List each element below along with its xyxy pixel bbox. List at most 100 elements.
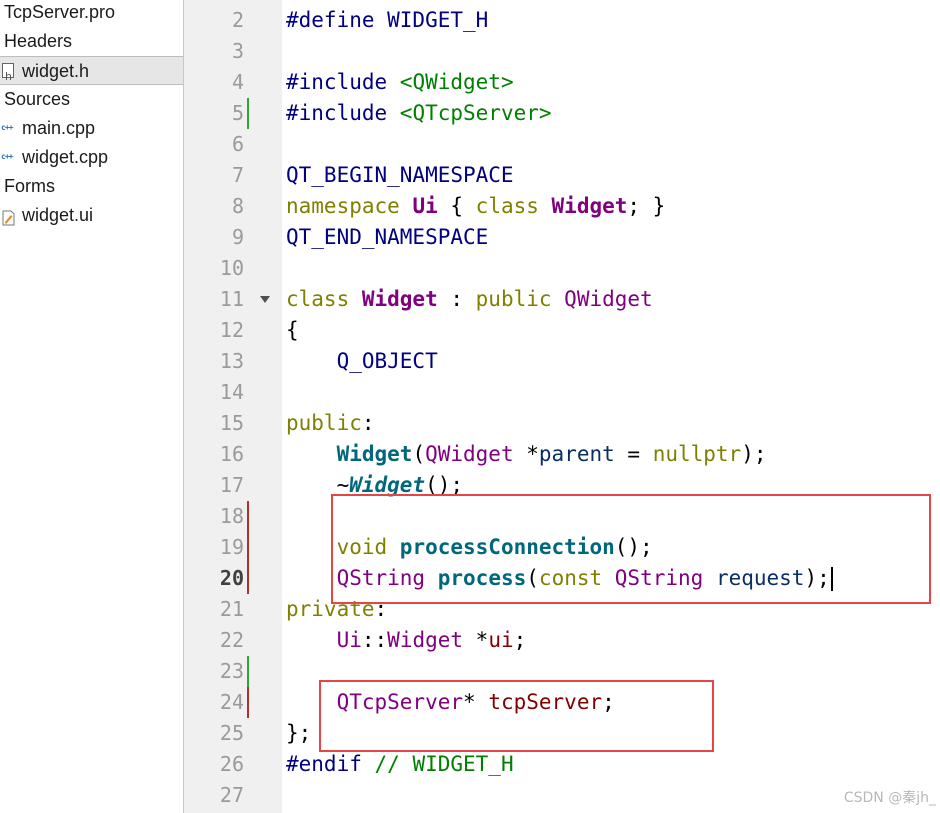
code-token: QT_BEGIN_NAMESPACE [286,163,514,187]
line-number: 10 [219,256,244,280]
code-token: ; } [627,194,666,218]
line-number: 15 [219,411,244,435]
line-number: 27 [219,783,244,807]
code-token: ( [412,442,426,466]
tree-item-sources[interactable]: Sources [0,85,183,114]
line-number: 8 [231,194,244,218]
code-token: { [437,194,476,218]
tree-item-label: widget.ui [22,205,94,225]
tree-item-widget-ui[interactable]: widget.ui [0,201,183,230]
code-line[interactable]: #define WIDGET_H [286,5,488,36]
code-line[interactable]: Widget(QWidget *parent = nullptr); [286,439,767,470]
code-editor[interactable]: 2 3 4 5 6 7 8 9 10 11 12 13 14 15 16 17 18 19 20 21 22 23 24 25… [184,0,940,813]
tree-item-main-cpp[interactable]: c++ main.cpp [0,114,183,143]
code-token: Widget [387,628,464,652]
code-token: parent [538,442,615,466]
code-token: namespace [286,194,413,218]
code-line[interactable]: #include <QTcpServer> [286,98,552,129]
tree-item-tcpserver-pro[interactable]: TcpServer.pro [0,0,183,27]
line-number: 26 [219,752,244,776]
line-number-gutter: 2 3 4 5 6 7 8 9 10 11 12 13 14 15 16 17 18 19 20 21 22 23 24 25… [184,0,282,813]
code-token: Q_OBJECT [336,349,438,373]
cpp-file-icon: c++ [1,123,13,132]
code-token: #endif [286,752,375,776]
code-token: * [463,628,489,652]
line-number: 7 [231,163,244,187]
code-line[interactable]: QT_BEGIN_NAMESPACE [286,160,514,191]
change-marker-saved [247,656,249,687]
code-token: Widget [336,442,413,466]
tree-item-label: Headers [4,31,73,51]
code-line[interactable]: namespace Ui { class Widget; } [286,191,665,222]
line-number: 21 [219,597,244,621]
tree-item-label: Sources [4,89,71,109]
change-marker-modified [247,687,249,718]
code-token: :: [361,628,388,652]
project-tree: TcpServer.pro Headers widget.h Sources c++ ma… [0,0,184,813]
line-number: 4 [231,70,244,94]
change-marker-modified [247,532,249,563]
tree-item-forms[interactable]: Forms [0,172,183,201]
line-number: 23 [219,659,244,683]
code-line[interactable]: public: [286,408,375,439]
change-marker-saved [247,98,249,129]
code-token: nullptr [652,442,742,466]
tree-item-label: widget.h [22,61,90,81]
tree-item-widget-h[interactable]: widget.h [0,56,183,91]
code-token: public [475,287,565,311]
line-number: 5 [231,101,244,125]
code-token: Widget [361,287,438,311]
code-token: : [361,411,375,435]
line-number: 9 [231,225,244,249]
line-number: 17 [219,473,244,497]
code-line[interactable]: Q_OBJECT [286,346,438,377]
line-number: 18 [219,504,244,528]
code-token: { [286,318,299,342]
code-line[interactable]: class Widget : public QWidget [286,284,653,315]
code-token: <QWidget> [399,70,514,94]
line-number: 2 [231,8,244,32]
code-token: : [437,287,476,311]
code-token: }; [286,721,312,745]
code-token: Ui [336,628,362,652]
code-token: <QTcpServer> [399,101,552,125]
code-token: class [475,194,552,218]
code-line[interactable]: { [286,315,299,346]
line-number: 24 [219,690,244,714]
tree-item-label: TcpServer.pro [4,2,116,22]
code-token: #include [286,101,400,125]
tree-item-label: widget.cpp [22,147,109,167]
code-token: Ui [412,194,438,218]
code-line[interactable]: Ui::Widget *ui; [286,625,527,656]
line-number: 16 [219,442,244,466]
highlight-box-methods [331,494,931,604]
change-marker-modified [247,563,249,594]
code-token: QWidget [425,442,514,466]
line-number: 11 [219,287,244,311]
code-token: ); [741,442,767,466]
header-file-icon [2,62,14,91]
code-token: = [614,442,653,466]
code-token: class [286,287,362,311]
code-token: * [513,442,539,466]
tree-item-label: Forms [4,176,55,196]
code-line[interactable]: QT_END_NAMESPACE [286,222,488,253]
code-token: // WIDGET_H [374,752,514,776]
code-line[interactable]: #include <QWidget> [286,67,514,98]
tree-item-label: main.cpp [22,118,96,138]
ui-file-icon [2,206,15,226]
code-token: Widget [551,194,628,218]
code-token: QWidget [564,287,653,311]
code-token: ui [488,628,514,652]
tree-item-headers[interactable]: Headers [0,27,183,56]
code-line[interactable]: #endif // WIDGET_H [286,749,514,780]
code-token: #define WIDGET_H [286,8,489,32]
code-line[interactable]: }; [286,718,311,749]
fold-arrow-icon[interactable] [260,296,270,303]
tree-item-widget-cpp[interactable]: c++ widget.cpp [0,143,183,172]
